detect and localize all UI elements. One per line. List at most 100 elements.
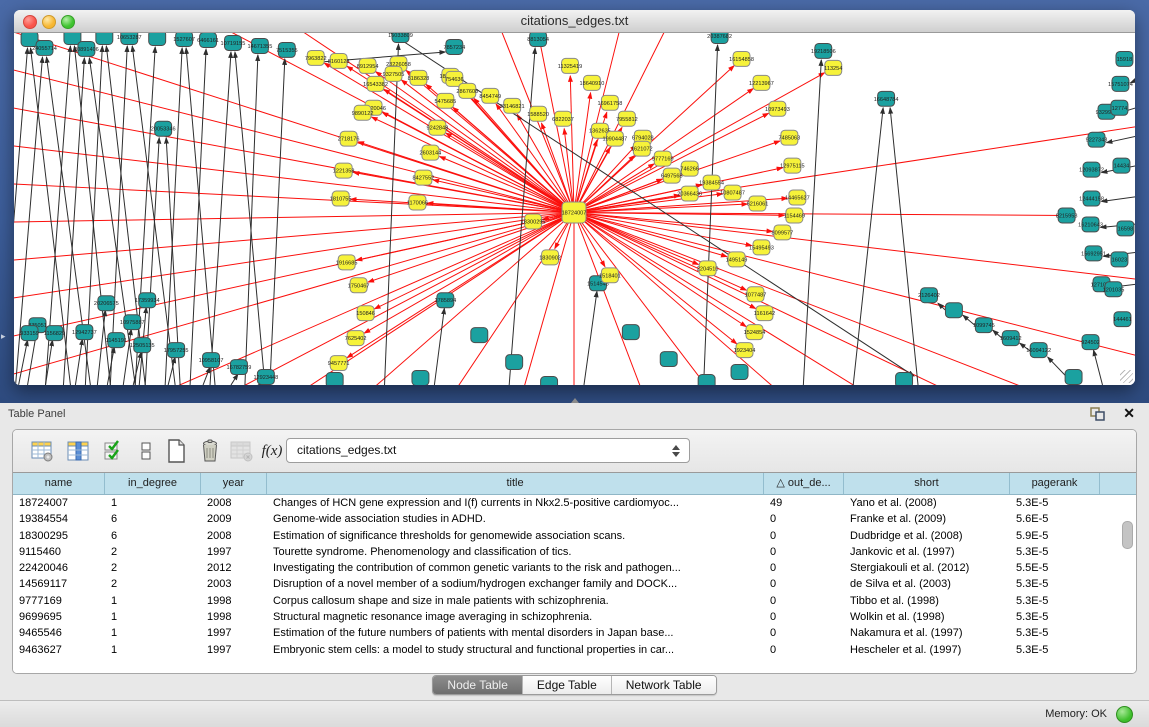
red-citation-edge[interactable] [255, 212, 574, 385]
table-cell[interactable]: 1997 [201, 625, 267, 641]
table-cell[interactable]: 1 [105, 625, 201, 641]
table-cell[interactable]: 5.3E-5 [1010, 625, 1100, 641]
black-citation-edge[interactable] [203, 367, 210, 385]
red-citation-edge[interactable] [574, 212, 1135, 362]
black-citation-edge[interactable] [75, 339, 82, 385]
column-header-4[interactable]: △ out_de... [764, 473, 844, 494]
graph-node[interactable] [96, 33, 113, 44]
graph-node[interactable] [622, 325, 639, 340]
black-citation-edge[interactable] [245, 55, 258, 385]
graph-node[interactable] [21, 33, 38, 46]
graph-node[interactable] [731, 365, 748, 380]
table-row[interactable]: 946362711997Embryonic stem cells: a mode… [13, 642, 1136, 658]
table-cell[interactable]: 6 [105, 511, 201, 527]
tab-network-table[interactable]: Network Table [612, 676, 716, 694]
table-cell[interactable]: 0 [764, 642, 844, 658]
table-cell[interactable]: 2003 [201, 576, 267, 592]
delete-column-icon[interactable] [197, 438, 223, 464]
table-cell[interactable]: 1 [105, 495, 201, 511]
black-citation-edge[interactable] [890, 108, 918, 385]
float-window-icon[interactable] [1090, 407, 1105, 421]
table-cell[interactable]: 0 [764, 560, 844, 576]
scrollbar-thumb[interactable] [1122, 521, 1133, 549]
column-header-2[interactable]: year [201, 473, 267, 494]
graph-node[interactable] [506, 355, 523, 370]
table-cell[interactable]: 2 [105, 544, 201, 560]
table-cell[interactable]: 49 [764, 495, 844, 511]
graph-node[interactable] [412, 371, 429, 385]
table-cell[interactable]: Corpus callosum shape and size in male p… [267, 593, 764, 609]
table-cell[interactable]: de Silva et al. (2003) [844, 576, 1010, 592]
graph-node[interactable] [945, 303, 962, 318]
table-row[interactable]: 1830029562008Estimation of significance … [13, 528, 1136, 544]
table-cell[interactable]: 9463627 [13, 642, 105, 658]
table-cell[interactable]: Genome-wide association studies in ADHD. [267, 511, 764, 527]
table-cell[interactable]: Estimation of significance thresholds fo… [267, 528, 764, 544]
table-cell[interactable]: 2008 [201, 495, 267, 511]
citation-network-graph[interactable]: 2405571420891406106532871527607646616110… [14, 33, 1135, 385]
graph-node[interactable] [326, 373, 343, 385]
table-cell[interactable]: 9115460 [13, 544, 105, 560]
table-row[interactable]: 977716911998Corpus callosum shape and si… [13, 593, 1136, 609]
table-cell[interactable]: Investigating the contribution of common… [267, 560, 764, 576]
table-row[interactable]: 2242004622012Investigating the contribut… [13, 560, 1136, 576]
table-cell[interactable]: 1998 [201, 609, 267, 625]
table-cell[interactable]: Hescheler et al. (1997) [844, 642, 1010, 658]
red-citation-edge[interactable] [347, 212, 574, 357]
table-cell[interactable]: 1 [105, 609, 201, 625]
table-cell[interactable]: 5.3E-5 [1010, 576, 1100, 592]
column-header-3[interactable]: title [267, 473, 764, 494]
table-cell[interactable]: 1 [105, 642, 201, 658]
red-citation-edge[interactable] [14, 212, 574, 382]
red-citation-edge[interactable] [574, 212, 1112, 385]
tab-edge-table[interactable]: Edge Table [523, 676, 612, 694]
red-citation-edge[interactable] [570, 76, 574, 213]
tab-node-table[interactable]: Node Table [433, 676, 523, 694]
network-window-titlebar[interactable]: citations_edges.txt [14, 10, 1135, 33]
table-mode-icon[interactable] [29, 438, 55, 464]
table-cell[interactable]: 18300295 [13, 528, 105, 544]
column-header-0[interactable]: name [13, 473, 105, 494]
black-citation-edge[interactable] [1094, 350, 1103, 385]
show-column-icon[interactable] [65, 438, 91, 464]
black-citation-edge[interactable] [190, 49, 206, 385]
table-selector-dropdown[interactable]: citations_edges.txt [286, 438, 690, 463]
delete-table-icon[interactable] [229, 438, 255, 464]
black-citation-edge[interactable] [584, 291, 597, 385]
table-row[interactable]: 969969511998Structural magnetic resonanc… [13, 609, 1136, 625]
table-cell[interactable]: 1 [105, 593, 201, 609]
black-citation-edge[interactable] [704, 45, 718, 385]
table-cell[interactable]: 9777169 [13, 593, 105, 609]
table-cell[interactable]: Disruption of a novel member of a sodium… [267, 576, 764, 592]
table-cell[interactable]: 2009 [201, 511, 267, 527]
table-cell[interactable]: Structural magnetic resonance image aver… [267, 609, 764, 625]
column-header-6[interactable]: pagerank [1010, 473, 1100, 494]
graph-node[interactable] [149, 33, 166, 45]
table-cell[interactable]: 5.3E-5 [1010, 593, 1100, 609]
red-citation-edge[interactable] [14, 212, 574, 302]
table-cell[interactable]: Tibbo et al. (1998) [844, 593, 1010, 609]
table-cell[interactable]: 1998 [201, 593, 267, 609]
close-icon[interactable]: ✕ [1123, 405, 1135, 422]
table-cell[interactable]: 5.6E-5 [1010, 511, 1100, 527]
graph-node[interactable] [541, 377, 558, 385]
table-cell[interactable]: 5.5E-5 [1010, 560, 1100, 576]
red-citation-edge[interactable] [574, 93, 591, 213]
table-cell[interactable]: 1997 [201, 544, 267, 560]
table-cell[interactable]: 0 [764, 528, 844, 544]
network-window[interactable]: citations_edges.txt 24055714208914061065… [14, 10, 1135, 385]
table-cell[interactable]: 19384554 [13, 511, 105, 527]
table-cell[interactable]: 9465546 [13, 625, 105, 641]
red-citation-edge[interactable] [372, 117, 574, 212]
table-cell[interactable]: Stergiakouli et al. (2012) [844, 560, 1010, 576]
table-cell[interactable]: 2008 [201, 528, 267, 544]
red-citation-edge[interactable] [14, 212, 574, 222]
table-cell[interactable]: 0 [764, 544, 844, 560]
graph-node[interactable] [896, 373, 913, 385]
table-cell[interactable]: Wolkin et al. (1998) [844, 609, 1010, 625]
graph-node[interactable] [1065, 370, 1082, 385]
table-cell[interactable]: Franke et al. (2009) [844, 511, 1010, 527]
table-cell[interactable]: 0 [764, 576, 844, 592]
table-cell[interactable]: 0 [764, 609, 844, 625]
table-cell[interactable]: 2012 [201, 560, 267, 576]
